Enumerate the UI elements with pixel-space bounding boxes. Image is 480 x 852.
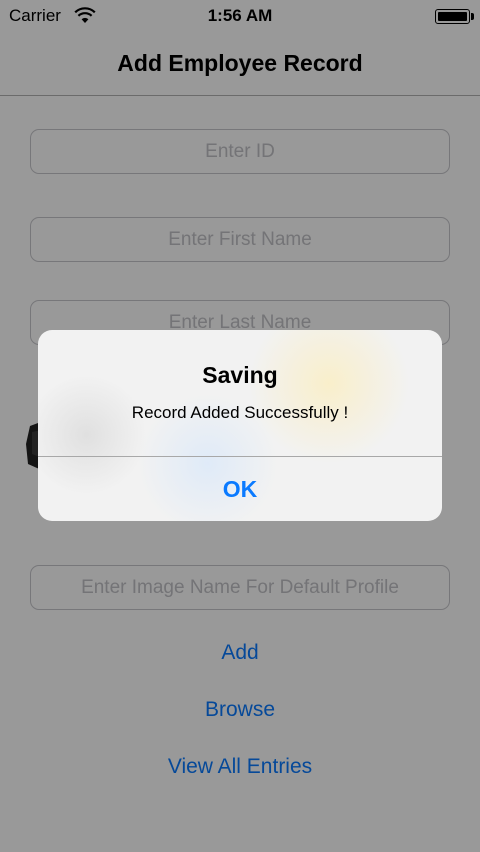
ok-button[interactable]: OK — [38, 457, 442, 521]
alert-title: Saving — [202, 362, 278, 388]
alert-message: Record Added Successfully ! — [131, 403, 349, 422]
alert-dialog: Saving Record Added Successfully ! OK — [38, 330, 442, 521]
